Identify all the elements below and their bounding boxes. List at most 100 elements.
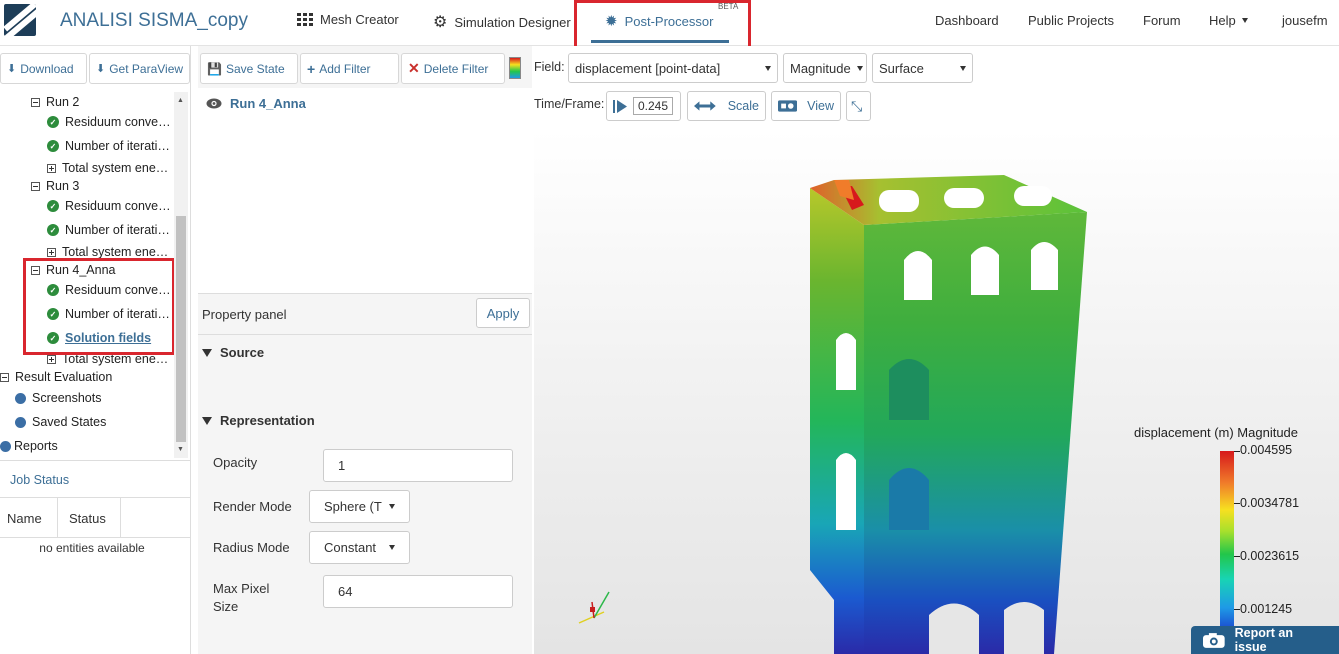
section-source[interactable]: Source [202, 345, 264, 360]
chevron-down-icon [389, 545, 395, 550]
tree-item-run3-residuum[interactable]: ✓ Residuum conve… [47, 199, 171, 213]
component-select[interactable]: Magnitude [783, 53, 867, 83]
tree-node-label: Result Evaluation [15, 370, 113, 384]
tree-item-saved-states[interactable]: Saved States [15, 415, 106, 429]
field-label: Field: [534, 60, 565, 74]
tab-post-processor[interactable]: ✹ Post-Processor [605, 12, 713, 30]
get-paraview-button[interactable]: ⬇ Get ParaView [89, 53, 190, 84]
tree-item-run2-residuum[interactable]: ✓ Residuum conve… [47, 115, 171, 129]
apply-button[interactable]: Apply [476, 298, 530, 328]
collapse-icon[interactable] [31, 97, 40, 107]
nav-dashboard[interactable]: Dashboard [935, 13, 999, 28]
report-issue-label: Report an issue [1234, 626, 1293, 654]
tree-item-run2-iterations[interactable]: ✓ Number of iterati… [47, 139, 170, 153]
empty-message: no entities available [39, 541, 145, 555]
expand-icon[interactable] [47, 163, 56, 173]
play-icon[interactable] [613, 99, 627, 113]
tree-item-label: Total system ene… [62, 352, 169, 366]
tree-item-label: Total system ene… [62, 245, 169, 259]
tree-item-label: Number of iterati… [65, 307, 170, 321]
tab-simulation-designer[interactable]: ⚙ Simulation Designer [433, 12, 571, 32]
colormap-icon[interactable] [509, 57, 521, 79]
tree-node-run4[interactable]: Run 4_Anna [31, 263, 116, 277]
nav-public-projects[interactable]: Public Projects [1028, 13, 1114, 28]
tree-item-label: Saved States [32, 415, 107, 429]
max-pixel-size-input[interactable]: 64 [323, 575, 513, 608]
arch-window [971, 246, 999, 295]
scale-arrows-icon [694, 101, 716, 111]
add-filter-label: Add Filter [319, 61, 371, 76]
tree-item-screenshots[interactable]: Screenshots [15, 391, 101, 405]
app-logo[interactable] [4, 4, 36, 36]
tree-item-run4-energy[interactable]: Total system ene… [47, 352, 168, 366]
render-mode-select[interactable]: Sphere (T [309, 490, 410, 523]
tree-item-label: Screenshots [32, 391, 102, 405]
representation-select-value: Surface [879, 60, 924, 76]
field-select[interactable]: displacement [point-data] [568, 53, 778, 83]
panel-divider[interactable] [190, 46, 191, 654]
tree-item-run4-solution-fields[interactable]: ✓ Solution fields [47, 331, 151, 345]
tree-node-result-evaluation[interactable]: Result Evaluation [0, 370, 112, 384]
arch-window [889, 468, 929, 530]
time-value[interactable]: 0.245 [633, 97, 674, 115]
tree-item-reports[interactable]: Reports [0, 439, 58, 453]
scale-button[interactable]: Scale [687, 91, 766, 121]
scroll-down-icon[interactable]: ▼ [177, 446, 184, 453]
col-status[interactable]: Status [69, 511, 106, 526]
tree-item-run4-iterations[interactable]: ✓ Number of iterati… [47, 307, 170, 321]
pipeline-item-run4[interactable]: Run 4_Anna [206, 96, 306, 111]
chevron-down-icon [765, 65, 771, 71]
delete-filter-button[interactable]: ✕ Delete Filter [401, 53, 505, 84]
legend-title: displacement (m) Magnitude [1134, 425, 1299, 440]
expand-icon[interactable] [47, 354, 56, 364]
collapse-icon[interactable] [31, 181, 40, 191]
tab-mesh-creator[interactable]: Mesh Creator [297, 12, 399, 27]
arch-opening [836, 333, 856, 390]
collapse-icon[interactable] [0, 372, 9, 382]
collapse-icon[interactable] [31, 265, 40, 275]
project-title[interactable]: ANALISI SISMA_copy [60, 10, 248, 32]
chevron-down-icon [856, 65, 863, 71]
nav-forum[interactable]: Forum [1143, 13, 1181, 28]
tree-item-label: Residuum conve… [65, 199, 171, 213]
tree-scrollbar-thumb[interactable] [176, 216, 186, 442]
radius-mode-value: Constant [324, 540, 377, 555]
download-icon: ⬇ [7, 63, 17, 75]
time-frame-label: Time/Frame: [534, 97, 605, 111]
axes-triad [578, 591, 610, 624]
tree-item-run2-energy[interactable]: Total system ene… [47, 161, 168, 175]
tree-item-run3-energy[interactable]: Total system ene… [47, 245, 168, 259]
save-state-button[interactable]: 💾 Save State [200, 53, 298, 84]
tree-item-run4-residuum[interactable]: ✓ Residuum conve… [47, 283, 171, 297]
eye-icon[interactable] [206, 98, 222, 109]
legend-value: 0.0023615 [1240, 549, 1300, 563]
top-opening [1014, 186, 1052, 206]
tree-item-run3-iterations[interactable]: ✓ Number of iterati… [47, 223, 170, 237]
view-button[interactable]: View [771, 91, 841, 121]
col-name[interactable]: Name [7, 511, 42, 526]
property-panel-title: Property panel [202, 307, 287, 322]
max-pixel-size-label-line1: Max Pixel [213, 581, 270, 596]
radius-mode-select[interactable]: Constant [309, 531, 410, 564]
tree-node-run3[interactable]: Run 3 [31, 179, 79, 193]
nav-help[interactable]: Help [1209, 13, 1248, 28]
job-status-header[interactable]: Job Status [0, 460, 190, 498]
gear-icon: ✹ [605, 13, 618, 30]
reset-view-button[interactable]: ⤡ [846, 91, 871, 121]
tower-model-render[interactable] [534, 130, 1339, 654]
field-select-value: displacement [point-data] [575, 60, 721, 76]
scroll-up-icon[interactable]: ▲ [177, 97, 184, 104]
beta-badge: BETA [718, 2, 739, 11]
plus-icon: + [307, 60, 316, 77]
download-button[interactable]: ⬇ Download [0, 53, 87, 84]
expand-icon[interactable] [47, 247, 56, 257]
add-filter-button[interactable]: + Add Filter [300, 53, 399, 84]
opacity-input[interactable]: 1 [323, 449, 513, 482]
section-representation[interactable]: Representation [202, 413, 315, 428]
3d-viewport[interactable] [534, 130, 1339, 654]
tree-node-run2[interactable]: Run 2 [31, 95, 79, 109]
time-frame-control[interactable]: 0.245 [606, 91, 681, 121]
user-menu[interactable]: jousefm [1282, 13, 1328, 28]
report-issue-button[interactable]: Report an issue [1191, 626, 1339, 654]
representation-select[interactable]: Surface [872, 53, 973, 83]
